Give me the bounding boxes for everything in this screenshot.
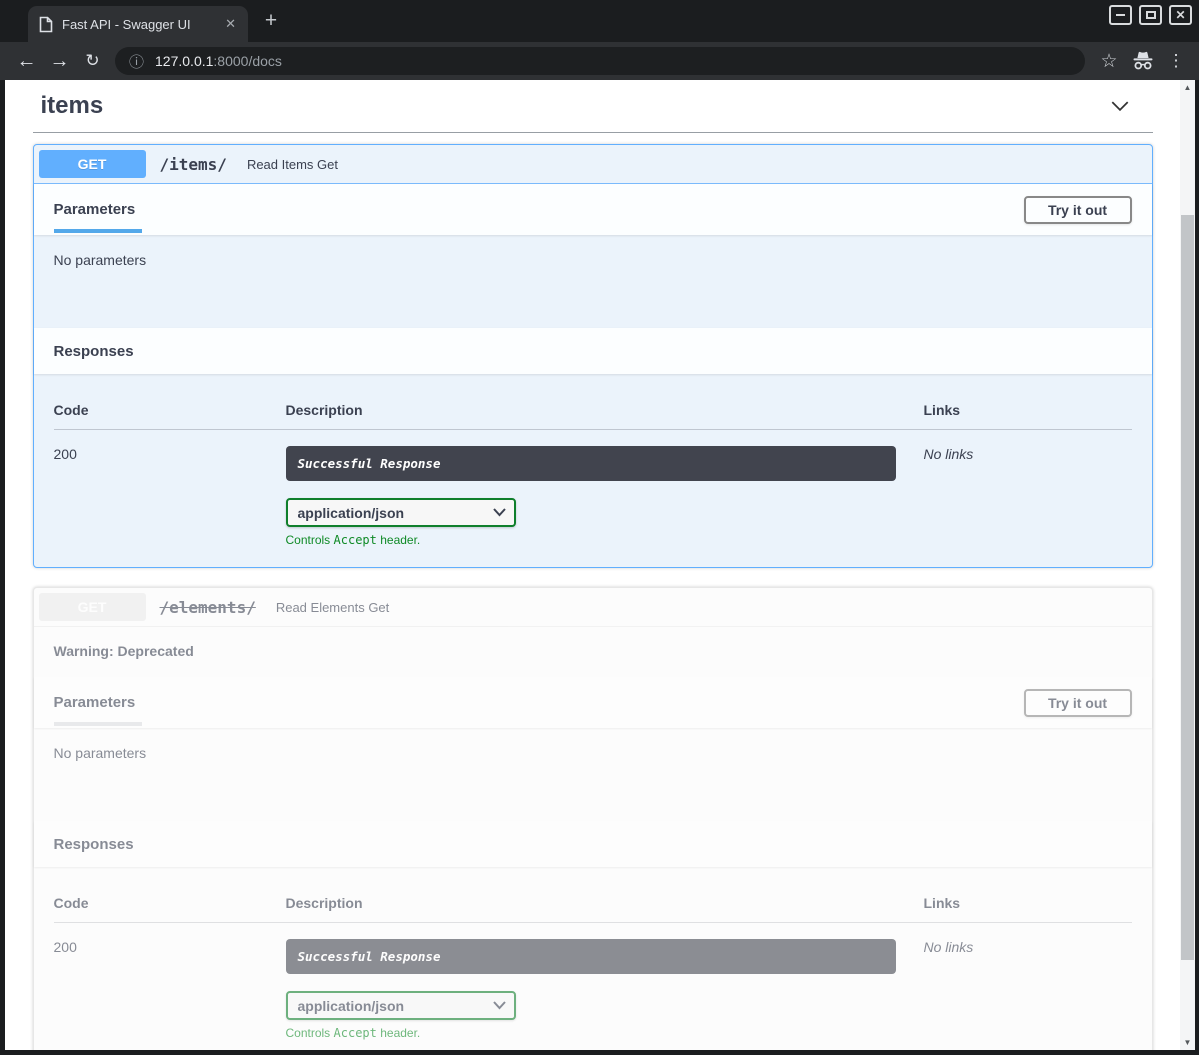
browser-toolbar: ← → ↻ ⓘ 127.0.0.1:8000/docs ☆ ⋮: [0, 42, 1199, 80]
responses-header: Responses: [34, 328, 1152, 374]
reload-icon[interactable]: ↻: [76, 42, 109, 80]
endpoint-path: /elements/: [160, 598, 256, 617]
no-parameters-text: No parameters: [54, 252, 147, 268]
deprecated-warning: Warning: Deprecated: [34, 627, 1152, 677]
try-it-out-button[interactable]: Try it out: [1024, 689, 1132, 717]
url-path: :8000/docs: [213, 53, 282, 69]
responses-title: Responses: [54, 343, 134, 360]
code-column-header: Code: [54, 895, 286, 911]
code-column-header: Code: [54, 402, 286, 418]
scrollbar-thumb[interactable]: [1181, 215, 1194, 960]
responses-table-header: Code Description Links: [54, 887, 1132, 923]
back-icon[interactable]: ←: [10, 42, 43, 80]
response-links: No links: [924, 446, 1132, 547]
response-description-box: Successful Response: [286, 446, 896, 481]
page-scrollbar[interactable]: ▲ ▼: [1180, 80, 1195, 1050]
response-links: No links: [924, 939, 1132, 1040]
endpoint-get-elements-deprecated: GET /elements/ Read Elements Get Warning…: [33, 587, 1153, 1050]
links-column-header: Links: [924, 402, 1132, 418]
window-controls: ✕: [1109, 5, 1192, 25]
parameters-header: Parameters Try it out: [34, 677, 1152, 728]
parameters-body: No parameters: [34, 235, 1152, 328]
browser-tab[interactable]: Fast API - Swagger UI ✕: [28, 6, 248, 42]
endpoint-description: Read Items Get: [247, 157, 338, 172]
response-description-box: Successful Response: [286, 939, 896, 974]
responses-body: Code Description Links 200 Successful Re…: [34, 374, 1152, 567]
accept-header-note: Controls Accept header.: [286, 1026, 896, 1040]
chevron-down-icon[interactable]: [1109, 95, 1131, 117]
tab-close-icon[interactable]: ✕: [221, 16, 240, 32]
scrollbar-up-icon[interactable]: ▲: [1180, 80, 1195, 95]
endpoint-summary[interactable]: GET /elements/ Read Elements Get: [34, 588, 1152, 627]
description-column-header: Description: [286, 895, 924, 911]
maximize-button[interactable]: [1139, 5, 1162, 25]
responses-table-header: Code Description Links: [54, 394, 1132, 430]
bookmark-star-icon[interactable]: ☆: [1095, 50, 1123, 73]
parameters-body: No parameters: [34, 728, 1152, 821]
minimize-button[interactable]: [1109, 5, 1132, 25]
response-code: 200: [54, 446, 286, 547]
media-type-select-wrap: application/json: [286, 498, 516, 527]
links-column-header: Links: [924, 895, 1132, 911]
tab-parameters[interactable]: Parameters: [54, 186, 136, 233]
minimize-icon: [1116, 14, 1125, 16]
endpoint-path: /items/: [160, 155, 227, 174]
close-icon: ✕: [1175, 9, 1185, 21]
maximize-icon: [1146, 11, 1156, 19]
tag-section-header[interactable]: items: [33, 88, 1153, 133]
endpoint-get-items: GET /items/ Read Items Get Parameters Tr…: [33, 144, 1153, 568]
endpoint-summary[interactable]: GET /items/ Read Items Get: [34, 145, 1152, 184]
url-host: 127.0.0.1: [155, 53, 213, 69]
tab-parameters[interactable]: Parameters: [54, 679, 136, 726]
new-tab-button[interactable]: +: [256, 7, 286, 35]
incognito-icon: [1131, 51, 1155, 71]
responses-body: Code Description Links 200 Successful Re…: [34, 867, 1152, 1050]
parameters-header: Parameters Try it out: [34, 184, 1152, 235]
site-info-icon[interactable]: ⓘ: [129, 51, 144, 72]
tag-title: items: [41, 92, 104, 120]
responses-title: Responses: [54, 836, 134, 853]
method-badge: GET: [39, 150, 146, 178]
close-button[interactable]: ✕: [1169, 5, 1192, 25]
media-type-select-wrap: application/json: [286, 991, 516, 1020]
method-badge: GET: [39, 593, 146, 621]
address-bar[interactable]: ⓘ 127.0.0.1:8000/docs: [115, 47, 1085, 75]
response-row-200: 200 Successful Response application/json…: [54, 923, 1132, 1040]
page-favicon-icon: [39, 16, 53, 33]
scrollbar-down-icon[interactable]: ▼: [1180, 1035, 1195, 1050]
media-type-select[interactable]: application/json: [286, 991, 516, 1020]
endpoint-description: Read Elements Get: [276, 600, 389, 615]
browser-menu-icon[interactable]: ⋮: [1163, 51, 1189, 71]
no-parameters-text: No parameters: [54, 745, 147, 761]
tab-strip: Fast API - Swagger UI ✕ + ✕: [0, 0, 1199, 42]
responses-header: Responses: [34, 821, 1152, 867]
response-code: 200: [54, 939, 286, 1040]
media-type-select[interactable]: application/json: [286, 498, 516, 527]
response-row-200: 200 Successful Response application/json…: [54, 430, 1132, 547]
swagger-content: items GET /items/ Read Items Get Paramet…: [33, 80, 1153, 1050]
accept-header-note: Controls Accept header.: [286, 533, 896, 547]
tab-title: Fast API - Swagger UI: [62, 17, 221, 32]
forward-icon[interactable]: →: [43, 42, 76, 80]
try-it-out-button[interactable]: Try it out: [1024, 196, 1132, 224]
description-column-header: Description: [286, 402, 924, 418]
page-viewport: items GET /items/ Read Items Get Paramet…: [5, 80, 1180, 1050]
